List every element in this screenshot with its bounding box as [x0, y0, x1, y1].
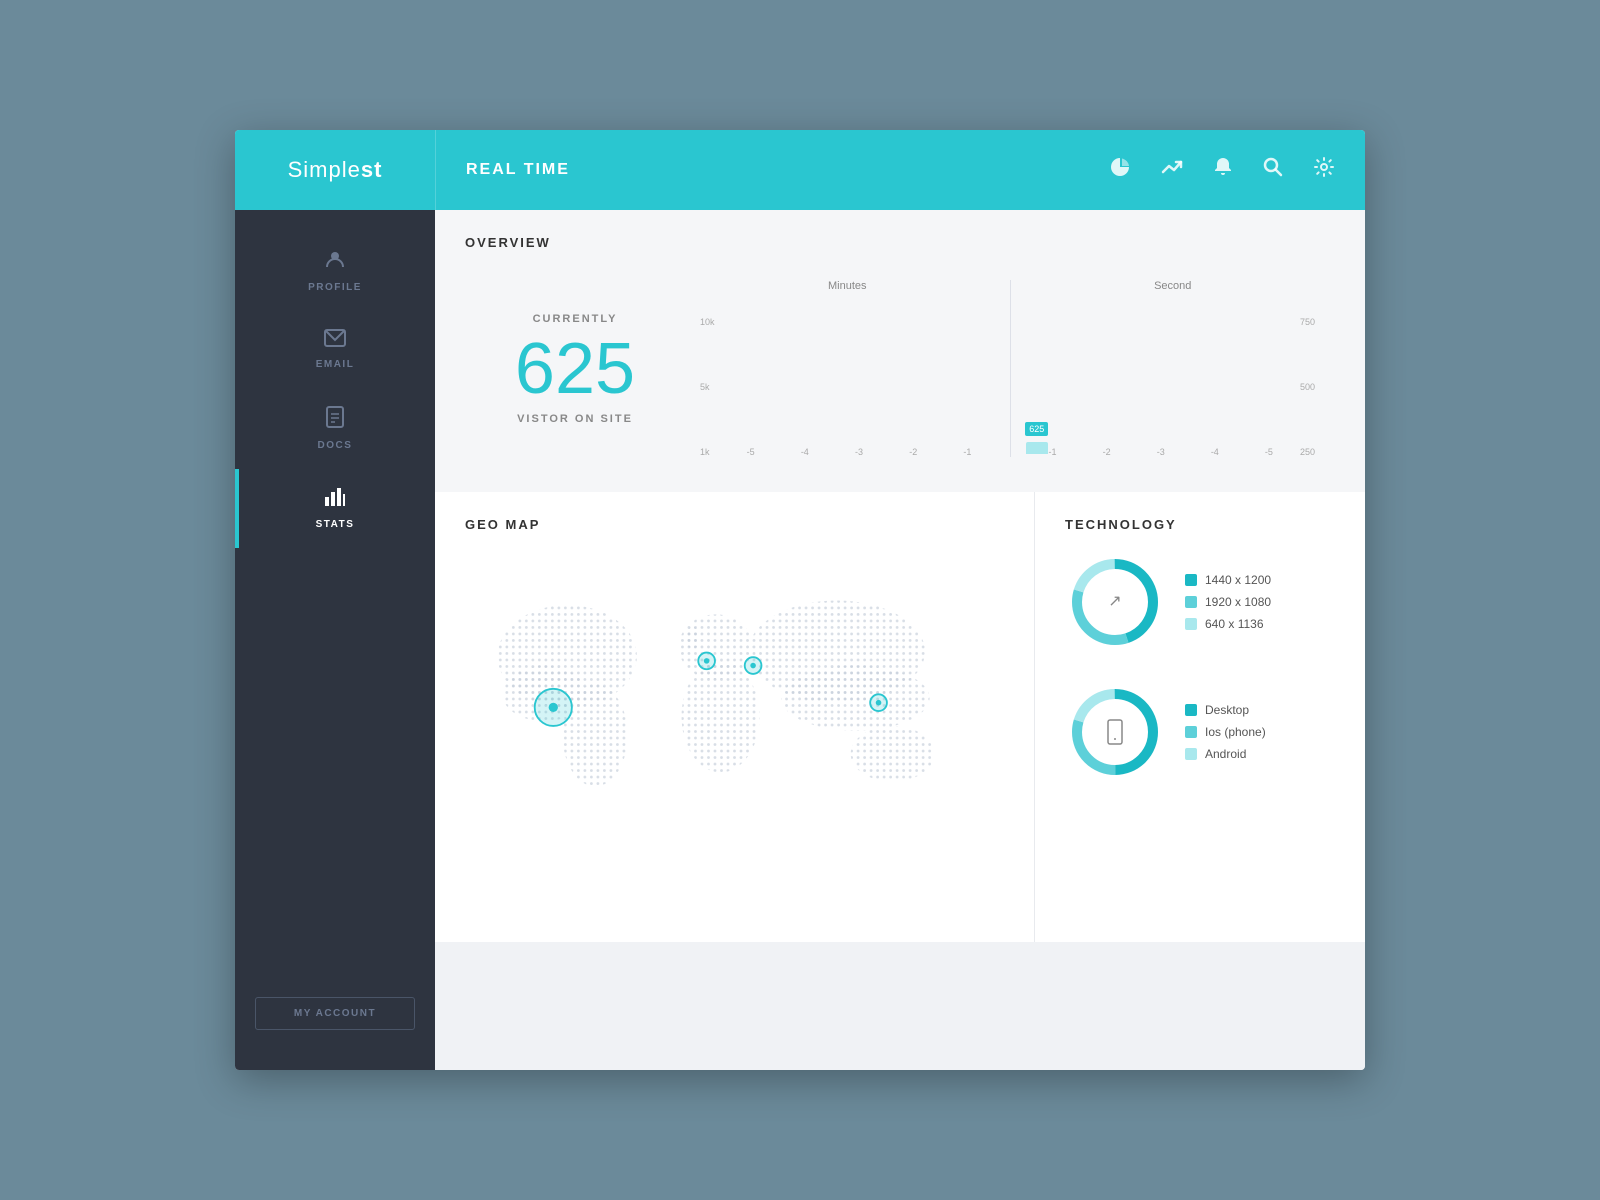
legend-dot-light	[1185, 618, 1197, 630]
device-donut-row: Desktop Ios (phone) Android	[1065, 682, 1335, 782]
header: Simplest REAL TIME	[235, 130, 1365, 210]
svg-text:↗: ↗	[1108, 593, 1121, 610]
stats-icon	[324, 487, 346, 513]
header-icons	[1079, 130, 1365, 210]
sidebar-item-email-label: EMAIL	[316, 359, 355, 370]
world-map	[465, 552, 1004, 872]
overview-section: OVERVIEW CURRENTLY 625 VISTOR ON SITE Mi…	[435, 210, 1365, 492]
resolution-donut-row: ↗ 1440 x 1200 1920 x 1080	[1065, 552, 1335, 652]
device-legend: Desktop Ios (phone) Android	[1185, 703, 1266, 761]
visitor-label: VISTOR ON SITE	[517, 413, 633, 425]
world-map-svg	[465, 552, 1004, 872]
overview-content: CURRENTLY 625 VISTOR ON SITE Minutes 10k…	[465, 270, 1335, 467]
device-donut	[1065, 682, 1165, 782]
sidebar-item-docs-label: DOCS	[318, 440, 353, 451]
legend-dot-android	[1185, 748, 1197, 760]
technology-title: TECHNOLOGY	[1065, 517, 1335, 532]
app-container: Simplest REAL TIME	[235, 130, 1365, 1070]
y-label-10k: 10k	[700, 317, 715, 327]
pie-chart-icon[interactable]	[1109, 156, 1131, 184]
trending-icon[interactable]	[1161, 156, 1183, 184]
minutes-chart-title: Minutes	[700, 280, 995, 292]
logo-text: Simplest	[288, 157, 383, 183]
minutes-chart: Minutes 10k 5k 1k	[685, 270, 1010, 467]
legend-1440: 1440 x 1200	[1185, 573, 1271, 587]
header-nav: REAL TIME	[435, 130, 1079, 210]
legend-dot-desktop	[1185, 704, 1197, 716]
current-value: 625	[515, 333, 635, 405]
legend-android: Android	[1185, 747, 1266, 761]
geo-map-title: GEO MAP	[465, 517, 1004, 532]
resolution-donut: ↗	[1065, 552, 1165, 652]
bottom-sections: GEO MAP	[435, 492, 1365, 942]
second-chart-title: Second	[1026, 280, 1321, 292]
legend-dot-mid	[1185, 596, 1197, 608]
sidebar: PROFILE EMAIL	[235, 210, 435, 1070]
profile-icon	[324, 248, 346, 276]
search-icon[interactable]	[1263, 157, 1283, 183]
overview-title: OVERVIEW	[465, 235, 1335, 250]
logo: Simplest	[235, 130, 435, 210]
geo-map-section: GEO MAP	[435, 492, 1035, 942]
my-account-button[interactable]: MY ACCOUNT	[255, 997, 415, 1030]
y-label-1k: 1k	[700, 447, 715, 457]
currently-box: CURRENTLY 625 VISTOR ON SITE	[465, 270, 685, 467]
main-content: OVERVIEW CURRENTLY 625 VISTOR ON SITE Mi…	[435, 210, 1365, 1070]
second-y-axis: 750 500 250	[1300, 317, 1315, 457]
legend-1920: 1920 x 1080	[1185, 595, 1271, 609]
minutes-x-labels: -5 -4 -3 -2 -1	[724, 442, 995, 457]
y-label-750: 750	[1300, 317, 1315, 327]
legend-640: 640 x 1136	[1185, 617, 1271, 631]
legend-dot-dark	[1185, 574, 1197, 586]
legend-1920-label: 1920 x 1080	[1205, 595, 1271, 609]
docs-icon	[326, 406, 344, 434]
y-label-500: 500	[1300, 382, 1315, 392]
y-label-5k: 5k	[700, 382, 715, 392]
second-chart: Second 625	[1011, 270, 1336, 467]
gear-icon[interactable]	[1313, 156, 1335, 184]
legend-desktop: Desktop	[1185, 703, 1266, 717]
bell-icon[interactable]	[1213, 156, 1233, 184]
bar-tooltip: 625	[1025, 422, 1048, 436]
sidebar-item-stats-label: STATS	[316, 519, 355, 530]
legend-android-label: Android	[1205, 747, 1246, 761]
sidebar-item-email[interactable]: EMAIL	[235, 311, 435, 388]
second-x-labels: -1 -2 -3 -4 -5	[1026, 442, 1296, 457]
technology-section: TECHNOLOGY ↗	[1035, 492, 1365, 942]
legend-1440-label: 1440 x 1200	[1205, 573, 1271, 587]
resolution-legend: 1440 x 1200 1920 x 1080 640 x 1136	[1185, 573, 1271, 631]
charts-area: Minutes 10k 5k 1k	[685, 270, 1335, 467]
legend-desktop-label: Desktop	[1205, 703, 1249, 717]
sidebar-item-stats[interactable]: STATS	[235, 469, 435, 548]
legend-ios-label: Ios (phone)	[1205, 725, 1266, 739]
nav-title: REAL TIME	[466, 161, 570, 179]
sidebar-item-profile-label: PROFILE	[308, 282, 362, 293]
sidebar-item-docs[interactable]: DOCS	[235, 388, 435, 469]
legend-640-label: 640 x 1136	[1205, 617, 1264, 631]
sidebar-item-profile[interactable]: PROFILE	[235, 230, 435, 311]
email-icon	[324, 329, 346, 353]
currently-label: CURRENTLY	[533, 313, 618, 325]
body: PROFILE EMAIL	[235, 210, 1365, 1070]
legend-ios: Ios (phone)	[1185, 725, 1266, 739]
legend-dot-ios	[1185, 726, 1197, 738]
y-label-250: 250	[1300, 447, 1315, 457]
minutes-y-axis: 10k 5k 1k	[700, 317, 715, 457]
